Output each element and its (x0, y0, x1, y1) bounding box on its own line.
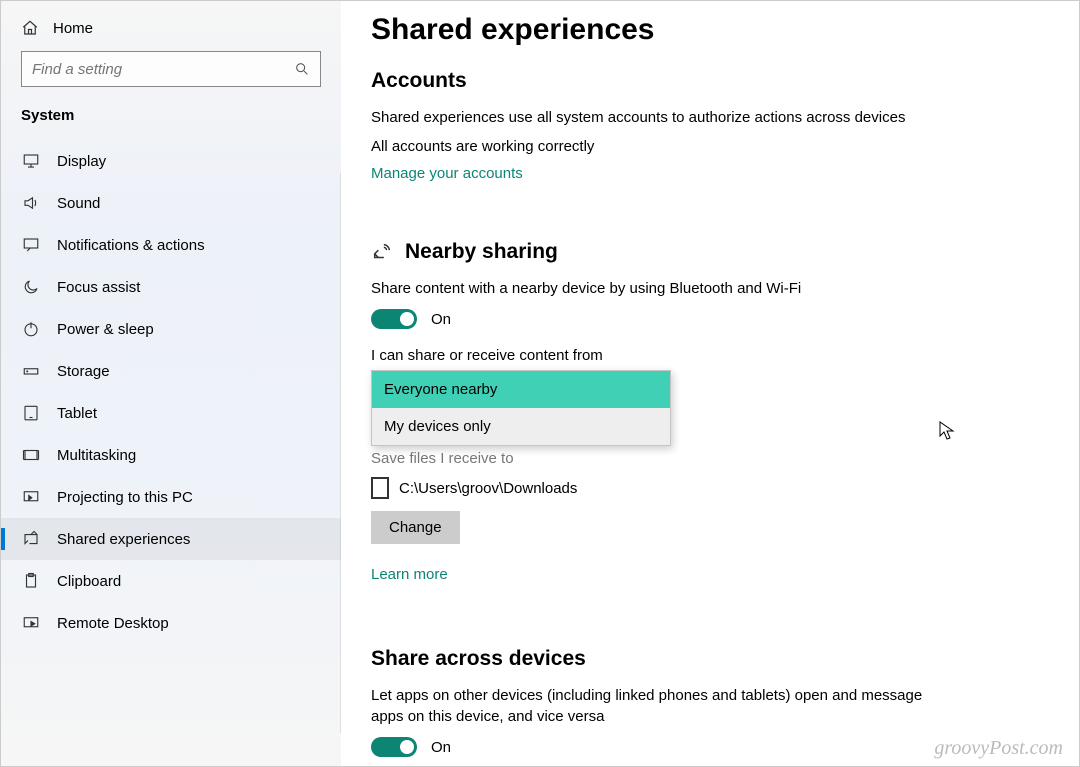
sidebar-item-shared-experiences[interactable]: Shared experiences (1, 518, 341, 560)
change-button[interactable]: Change (371, 511, 460, 544)
search-icon (294, 61, 310, 77)
sidebar-item-label: Clipboard (57, 573, 121, 590)
sidebar-item-projecting-to-this-pc[interactable]: Projecting to this PC (1, 476, 341, 518)
accounts-heading: Accounts (371, 69, 1043, 93)
multitask-icon (21, 446, 41, 464)
sidebar-item-display[interactable]: Display (1, 140, 341, 182)
sidebar-item-power-sleep[interactable]: Power & sleep (1, 308, 341, 350)
sidebar-item-remote-desktop[interactable]: Remote Desktop (1, 602, 341, 644)
search-wrap (1, 51, 341, 105)
remote-icon (21, 614, 41, 632)
tablet-icon (21, 404, 41, 422)
chat-icon (21, 236, 41, 254)
sidebar-item-label: Remote Desktop (57, 615, 169, 632)
sidebar-item-notifications-actions[interactable]: Notifications & actions (1, 224, 341, 266)
home-label: Home (53, 20, 93, 37)
watermark: groovyPost.com (934, 737, 1063, 760)
share-icon (371, 241, 393, 263)
toggle-knob (400, 740, 414, 754)
sidebar-item-label: Multitasking (57, 447, 136, 464)
sidebar: Home System Display Sound Notifications & … (1, 1, 341, 766)
dropdown-option-my-devices[interactable]: My devices only (372, 408, 670, 445)
sidebar-item-label: Tablet (57, 405, 97, 422)
search-field[interactable] (32, 61, 294, 78)
sidebar-item-sound[interactable]: Sound (1, 182, 341, 224)
sidebar-item-clipboard[interactable]: Clipboard (1, 560, 341, 602)
content-area: Shared experiences Accounts Shared exper… (341, 1, 1079, 766)
sidebar-item-label: Shared experiences (57, 531, 190, 548)
sidebar-item-multitasking[interactable]: Multitasking (1, 434, 341, 476)
sound-icon (21, 194, 41, 212)
nearby-desc: Share content with a nearby device by us… (371, 278, 931, 299)
sidebar-item-label: Sound (57, 195, 100, 212)
save-files-label: Save files I receive to (371, 450, 1043, 467)
page-title: Shared experiences (371, 13, 1043, 47)
share-from-dropdown[interactable]: Everyone nearby My devices only (371, 370, 671, 446)
sidebar-item-label: Display (57, 153, 106, 170)
sidebar-item-label: Power & sleep (57, 321, 154, 338)
sidebar-section-title: System (1, 105, 341, 140)
drive-icon (21, 362, 41, 380)
folder-icon (371, 477, 389, 499)
nearby-heading-text: Nearby sharing (405, 240, 558, 264)
share-from-label: I can share or receive content from (371, 347, 1043, 364)
nearby-toggle[interactable] (371, 309, 417, 329)
save-path: C:\Users\groov\Downloads (399, 480, 577, 497)
across-toggle[interactable] (371, 737, 417, 757)
accounts-desc-2: All accounts are working correctly (371, 136, 931, 157)
across-desc: Let apps on other devices (including lin… (371, 685, 931, 727)
dropdown-option-everyone[interactable]: Everyone nearby (372, 371, 670, 408)
home-link[interactable]: Home (1, 15, 341, 51)
across-toggle-label: On (431, 739, 451, 756)
accounts-desc-1: Shared experiences use all system accoun… (371, 107, 931, 128)
manage-accounts-link[interactable]: Manage your accounts (371, 165, 523, 182)
clipboard-icon (21, 572, 41, 590)
share-icon (21, 530, 41, 548)
settings-window: Home System Display Sound Notifications & … (0, 0, 1080, 767)
across-heading: Share across devices (371, 647, 1043, 671)
toggle-knob (400, 312, 414, 326)
monitor-icon (21, 152, 41, 170)
sidebar-item-focus-assist[interactable]: Focus assist (1, 266, 341, 308)
nearby-toggle-row: On (371, 309, 1043, 329)
sidebar-item-label: Storage (57, 363, 110, 380)
sidebar-item-label: Notifications & actions (57, 237, 205, 254)
home-icon (21, 19, 39, 37)
nearby-heading: Nearby sharing (371, 240, 1043, 264)
sidebar-item-label: Focus assist (57, 279, 140, 296)
sidebar-nav: Display Sound Notifications & actions Focus… (1, 140, 341, 644)
nearby-toggle-label: On (431, 311, 451, 328)
search-input[interactable] (21, 51, 321, 87)
sidebar-item-storage[interactable]: Storage (1, 350, 341, 392)
cursor-icon (939, 421, 955, 441)
project-icon (21, 488, 41, 506)
power-icon (21, 320, 41, 338)
sidebar-item-label: Projecting to this PC (57, 489, 193, 506)
moon-icon (21, 278, 41, 296)
sidebar-item-tablet[interactable]: Tablet (1, 392, 341, 434)
save-path-row: C:\Users\groov\Downloads (371, 477, 1043, 499)
learn-more-link[interactable]: Learn more (371, 566, 448, 583)
